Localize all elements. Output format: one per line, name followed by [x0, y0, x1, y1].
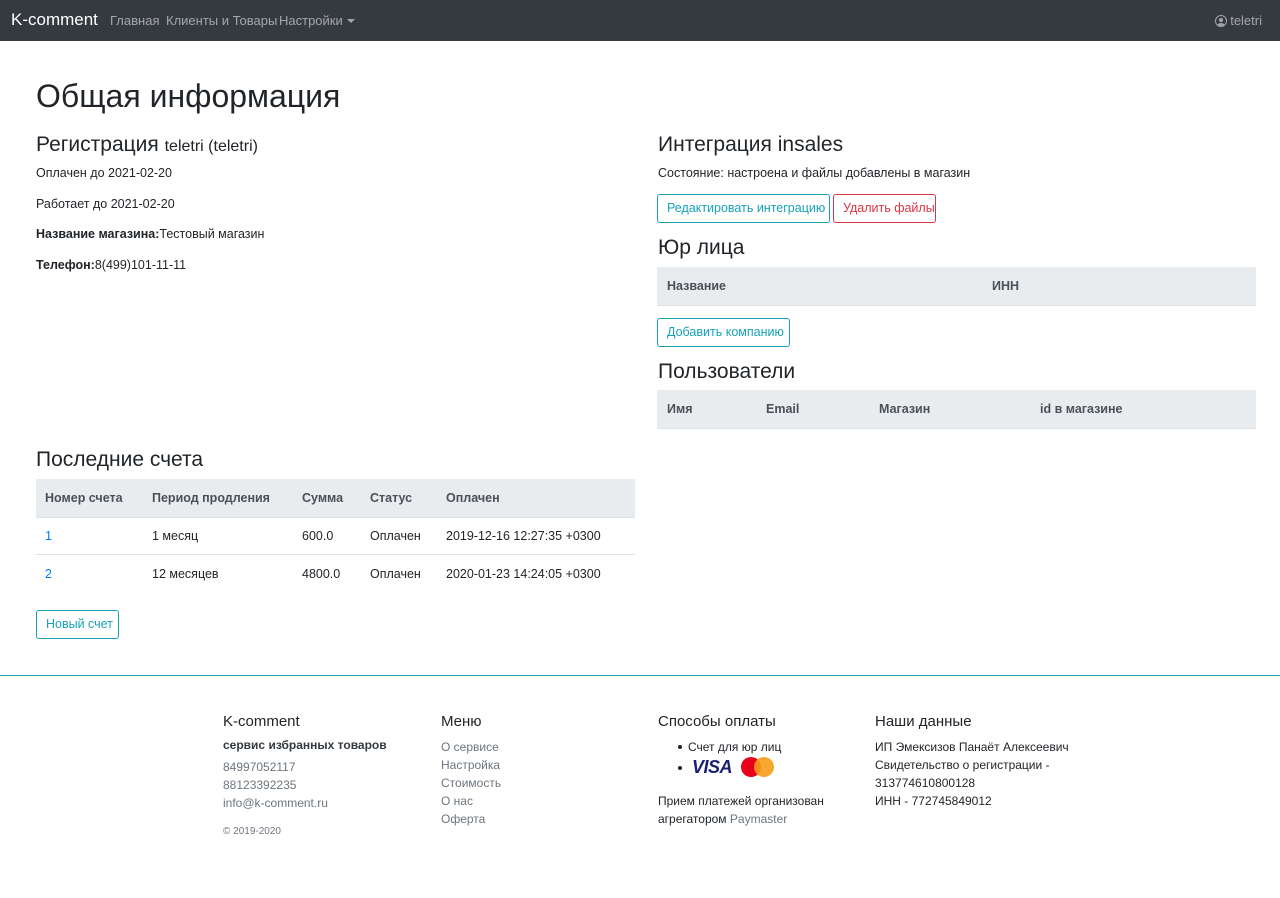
footer-copyright: © 2019-2020	[223, 826, 281, 837]
phone-line: Телефон:8(499)101-11-11	[36, 258, 186, 272]
footer-menu-setup[interactable]: Настройка	[441, 758, 500, 772]
delete-files-button[interactable]: Удалить файлы	[833, 194, 936, 223]
registration-heading-text: Регистрация	[36, 133, 159, 156]
footer-phone-2[interactable]: 88123392235	[223, 778, 296, 792]
shop-name-value: Тестовый магазин	[159, 227, 265, 241]
user-circle-icon	[1215, 15, 1228, 27]
table-row: 1 1 месяц 600.0 Оплачен 2019-12-16 12:27…	[36, 517, 635, 555]
users-table-header: Имя Email Магазин id в магазине	[657, 390, 1256, 429]
payment-note-line2: агрегатором Paymaster	[658, 812, 787, 826]
our-data-inn: ИНН - 772745849012	[875, 794, 992, 808]
integration-status: Состояние: настроена и файлы добавлены в…	[658, 166, 971, 180]
integration-heading: Интеграция insales	[658, 133, 844, 156]
phone-label: Телефон:	[36, 258, 95, 272]
our-data-owner: ИП Эмексизов Панаёт Алексеевич	[875, 740, 1069, 754]
invoice-paid-at: 2020-01-23 14:24:05 +0300	[446, 567, 601, 581]
phone-value: 8(499)101-11-11	[94, 258, 187, 272]
caret-down-icon	[346, 19, 355, 23]
list-bullet	[678, 745, 682, 749]
shop-name-line: Название магазина:Тестовый магазин	[36, 227, 264, 241]
footer-email-link[interactable]: info@k-comment.ru	[223, 796, 328, 810]
user-menu[interactable]: teletri	[1215, 13, 1262, 28]
column-header-status: Статус	[370, 491, 413, 505]
page-title: Общая информация	[36, 78, 341, 114]
column-header-shop-id: id в магазине	[1040, 402, 1123, 416]
footer-brand-heading: K-comment	[223, 713, 300, 730]
footer-divider	[0, 675, 1280, 676]
invoice-sum: 4800.0	[302, 567, 341, 581]
footer-phone-1[interactable]: 84997052117	[223, 760, 296, 774]
column-header-invoice-number: Номер счета	[45, 491, 123, 505]
users-heading: Пользователи	[658, 360, 796, 383]
invoice-paid-at: 2019-12-16 12:27:35 +0300	[446, 529, 601, 543]
invoice-sum: 600.0	[302, 529, 334, 543]
invoice-status: Оплачен	[370, 529, 421, 543]
legal-entities-heading: Юр лица	[658, 236, 745, 259]
footer-menu-about-us[interactable]: О нас	[441, 794, 473, 808]
footer-our-data-heading: Наши данные	[875, 713, 972, 730]
invoice-period: 12 месяцев	[152, 567, 219, 581]
top-navbar: K-comment Главная Клиенты и Товары Настр…	[0, 0, 1280, 41]
column-header-user-name: Имя	[667, 402, 693, 416]
footer-menu-heading: Меню	[441, 713, 482, 730]
footer-menu-offer[interactable]: Оферта	[441, 812, 485, 826]
column-header-email: Email	[766, 402, 800, 416]
column-header-paid-at: Оплачен	[446, 491, 500, 505]
column-header-period: Период продления	[152, 491, 270, 505]
works-until-text: Работает до 2021-02-20	[36, 197, 175, 211]
registration-heading: Регистрация teletri (teletri)	[36, 133, 258, 157]
table-row: 2 12 месяцев 4800.0 Оплачен 2020-01-23 1…	[36, 555, 635, 593]
invoice-number-link[interactable]: 2	[45, 567, 52, 581]
footer-menu-pricing[interactable]: Стоимость	[441, 776, 501, 790]
add-company-button[interactable]: Добавить компанию	[657, 318, 790, 347]
invoice-number-link[interactable]: 1	[45, 529, 52, 543]
nav-link-settings-dropdown[interactable]: Настройки	[279, 13, 355, 28]
footer-menu-about-service[interactable]: О сервисе	[441, 740, 499, 754]
column-header-name: Название	[667, 279, 727, 293]
user-name: teletri	[1230, 13, 1262, 28]
invoice-period: 1 месяц	[152, 529, 199, 543]
visa-logo: VISA	[692, 757, 733, 777]
paid-until-text: Оплачен до 2021-02-20	[36, 166, 172, 180]
registration-login: teletri (teletri)	[164, 138, 258, 155]
column-header-sum: Сумма	[302, 491, 344, 505]
nav-link-home[interactable]: Главная	[110, 13, 159, 28]
our-data-certificate-number: 313774610800128	[875, 776, 976, 790]
footer-payment-heading: Способы оплаты	[658, 713, 776, 730]
payment-note-prefix: агрегатором	[658, 812, 727, 826]
column-header-inn: ИНН	[992, 279, 1020, 293]
brand-link[interactable]: K-comment	[11, 10, 98, 30]
our-data-certificate-label: Свидетельство о регистрации -	[875, 758, 1050, 772]
column-header-shop: Магазин	[879, 402, 931, 416]
invoices-heading: Последние счета	[36, 448, 204, 471]
new-invoice-button[interactable]: Новый счет	[36, 610, 119, 639]
paymaster-link[interactable]: Paymaster	[730, 812, 787, 826]
invoice-status: Оплачен	[370, 567, 421, 581]
footer-tagline: сервис избранных товаров	[223, 738, 387, 752]
edit-integration-button[interactable]: Редактировать интеграцию	[657, 194, 830, 223]
invoices-table-header: Номер счета Период продления Сумма Стату…	[36, 479, 635, 518]
legal-entities-table-header: Название ИНН	[657, 267, 1256, 306]
nav-link-settings-label: Настройки	[279, 13, 343, 28]
nav-link-clients-products[interactable]: Клиенты и Товары	[166, 13, 277, 28]
shop-name-label: Название магазина:	[36, 227, 160, 241]
payment-note-line1: Прием платежей организован	[658, 794, 824, 808]
mastercard-logo-orange	[754, 757, 774, 777]
payment-legal-entities: Счет для юр лиц	[688, 740, 782, 754]
list-bullet	[678, 766, 682, 770]
